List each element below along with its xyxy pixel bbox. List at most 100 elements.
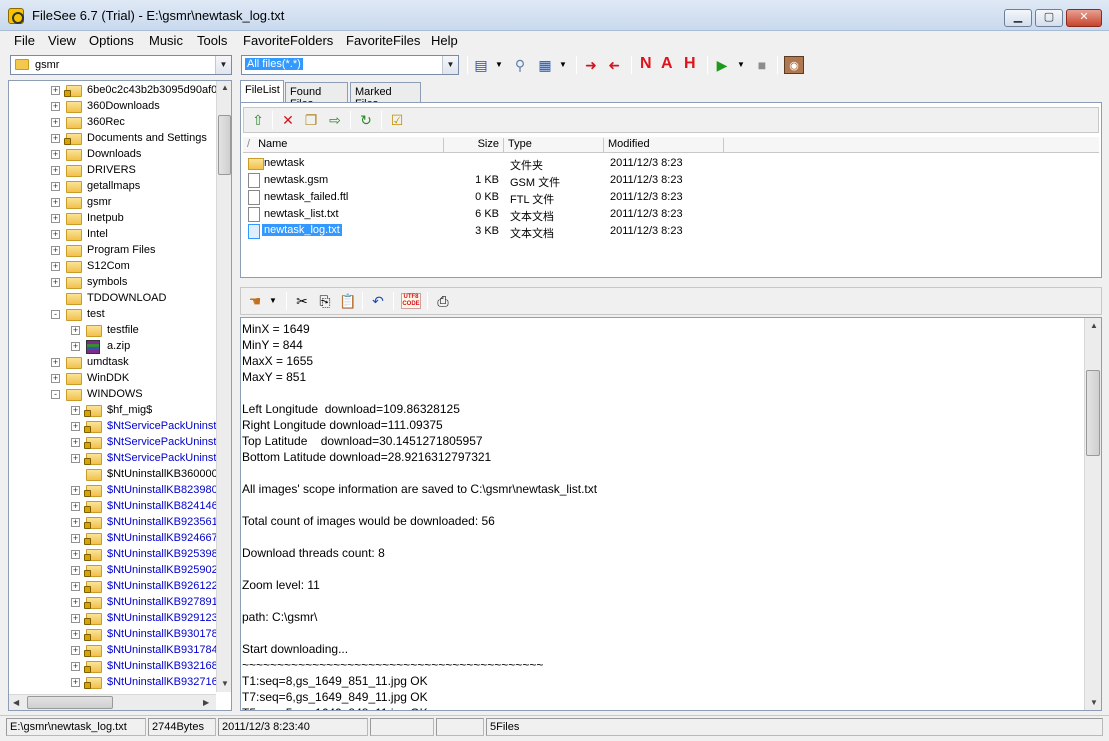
stop-icon[interactable]: ■ — [753, 56, 771, 74]
tab-filelist[interactable]: FileList — [240, 80, 284, 103]
column-header-type[interactable]: Type — [504, 138, 604, 153]
toggle-h-button[interactable]: H — [684, 55, 696, 73]
expand-icon[interactable]: + — [51, 150, 60, 159]
expand-icon[interactable]: + — [51, 214, 60, 223]
tree-item[interactable]: + $NtUninstallKB823980 — [9, 483, 218, 499]
expand-icon[interactable]: + — [51, 118, 60, 127]
panel-splitter[interactable] — [240, 278, 1102, 284]
dropdown-arrow-icon[interactable]: ▼ — [493, 56, 505, 74]
column-header-name[interactable]: / Name — [243, 138, 444, 153]
expand-icon[interactable]: + — [71, 662, 80, 671]
print-icon[interactable]: ⎙ — [434, 292, 452, 310]
close-button[interactable]: ✕ — [1066, 9, 1102, 27]
tree-hscroll-thumb[interactable] — [27, 696, 113, 709]
play-icon[interactable]: ▶ — [713, 56, 731, 74]
tree-item[interactable]: + gsmr — [9, 195, 216, 211]
tree-item[interactable]: + $NtUninstallKB932168 — [9, 659, 218, 675]
minimize-button[interactable]: ▁ — [1004, 9, 1032, 27]
maximize-button[interactable]: ▢ — [1035, 9, 1063, 27]
chevron-down-icon[interactable]: ▼ — [215, 56, 231, 74]
editor-scroll-thumb[interactable] — [1086, 370, 1100, 456]
chevron-down-icon[interactable]: ▼ — [442, 56, 458, 74]
eye-icon[interactable]: ◉ — [784, 56, 804, 74]
menu-help[interactable]: Help — [431, 33, 458, 48]
menu-tools[interactable]: Tools — [197, 33, 227, 48]
file-filter-combo[interactable]: All files(*.*) ▼ — [241, 55, 459, 75]
scroll-down-icon[interactable]: ▼ — [221, 679, 229, 688]
expand-icon[interactable]: + — [71, 454, 80, 463]
scroll-down-icon[interactable]: ▼ — [1090, 698, 1098, 707]
search-icon[interactable]: ⚲ — [511, 56, 529, 74]
columns-icon[interactable]: ▦ — [536, 56, 554, 74]
menu-music[interactable]: Music — [149, 33, 183, 48]
tree-item[interactable]: - WINDOWS — [9, 387, 216, 403]
expand-icon[interactable]: + — [71, 582, 80, 591]
expand-icon[interactable]: + — [51, 102, 60, 111]
tree-item[interactable]: + a.zip — [9, 339, 216, 355]
tree-item[interactable]: $NtUninstallKB3600005 — [9, 467, 224, 483]
tree-item[interactable]: + WinDDK — [9, 371, 216, 387]
dropdown-arrow-icon[interactable]: ▼ — [557, 56, 569, 74]
expand-icon[interactable]: + — [71, 630, 80, 639]
toggle-a-button[interactable]: A — [661, 55, 673, 73]
utf8-code-icon[interactable]: UTF8 CODE — [401, 293, 421, 309]
move-to-icon[interactable]: ⇨ — [326, 111, 344, 129]
tree-item[interactable]: + $NtUninstallKB929123 — [9, 611, 218, 627]
file-row[interactable]: newtask.gsm 1 KB GSM 文件 2011/12/3 8:23 — [243, 172, 1099, 189]
expand-icon[interactable]: + — [71, 438, 80, 447]
menu-favorite-folders[interactable]: FavoriteFolders — [243, 33, 333, 48]
expand-icon[interactable]: + — [51, 230, 60, 239]
tree-item[interactable]: + Inetpub — [9, 211, 216, 227]
tree-item[interactable]: + Intel — [9, 227, 216, 243]
column-header-size[interactable]: Size — [444, 138, 504, 153]
scroll-left-icon[interactable]: ◀ — [13, 698, 19, 707]
tree-item[interactable]: + DRIVERS — [9, 163, 216, 179]
refresh-icon[interactable]: ↻ — [357, 111, 375, 129]
expand-icon[interactable]: + — [51, 166, 60, 175]
expand-icon[interactable]: + — [71, 598, 80, 607]
tree-item[interactable]: +360Rec — [9, 115, 216, 131]
undo-icon[interactable]: ↶ — [369, 292, 387, 310]
tree-item[interactable]: + $hf_mig$ — [9, 403, 216, 419]
tree-item[interactable]: + testfile — [9, 323, 216, 339]
expand-icon[interactable]: + — [51, 246, 60, 255]
delete-icon[interactable]: ✕ — [279, 111, 297, 129]
expand-icon[interactable]: + — [71, 678, 80, 687]
dropdown-arrow-icon[interactable]: ▼ — [735, 56, 747, 74]
tree-item[interactable]: + $NtUninstallKB927891 — [9, 595, 218, 611]
up-folder-icon[interactable]: ⇧ — [249, 111, 267, 129]
arrow-left-icon[interactable]: ➜ — [605, 56, 623, 74]
tree-item[interactable]: + $NtUninstallKB925902 — [9, 563, 218, 579]
expand-icon[interactable]: + — [71, 326, 80, 335]
hand-icon[interactable]: ☚ — [246, 292, 264, 310]
tree-item[interactable]: + $NtUninstallKB924667- — [9, 531, 221, 547]
tree-item[interactable]: + $NtUninstallKB923561 — [9, 515, 218, 531]
file-row[interactable]: newtask_failed.ftl 0 KB FTL 文件 2011/12/3 8:… — [243, 189, 1099, 206]
expand-icon[interactable]: + — [51, 262, 60, 271]
tree-item[interactable]: +6be0c2c43b2b3095d90af0 — [9, 83, 217, 99]
tree-item[interactable]: + getallmaps — [9, 179, 216, 195]
tree-item[interactable]: + $NtServicePackUninsta — [9, 451, 223, 467]
tab-marked-files[interactable]: Marked Files — [350, 82, 421, 110]
cut-icon[interactable]: ✂ — [293, 292, 311, 310]
expand-icon[interactable]: + — [71, 342, 80, 351]
view-list-icon[interactable]: ▤ — [472, 56, 490, 74]
tree-item[interactable]: + symbols — [9, 275, 216, 291]
paste-icon[interactable]: 📋 — [339, 292, 357, 310]
column-header-modified[interactable]: Modified — [604, 138, 724, 153]
folder-tree[interactable]: +6be0c2c43b2b3095d90af0 +360Downloads +360… — [8, 80, 232, 711]
tree-item[interactable]: + $NtUninstallKB930178 — [9, 627, 218, 643]
tree-item[interactable]: + $NtUninstallKB824146 — [9, 499, 218, 515]
dropdown-arrow-icon[interactable]: ▼ — [267, 292, 279, 310]
menu-file[interactable]: File — [14, 33, 35, 48]
file-row[interactable]: newtask_list.txt 6 KB 文本文档 2011/12/3 8:23 — [243, 206, 1099, 223]
expand-icon[interactable]: + — [71, 566, 80, 575]
expand-icon[interactable]: + — [71, 518, 80, 527]
scroll-up-icon[interactable]: ▲ — [1090, 321, 1098, 330]
tree-item[interactable]: + Downloads — [9, 147, 216, 163]
tree-item[interactable]: + S12Com — [9, 259, 216, 275]
expand-icon[interactable]: + — [71, 646, 80, 655]
expand-icon[interactable]: + — [71, 406, 80, 415]
expand-icon[interactable]: + — [71, 486, 80, 495]
tree-item[interactable]: + $NtUninstallKB932716- — [9, 675, 221, 691]
